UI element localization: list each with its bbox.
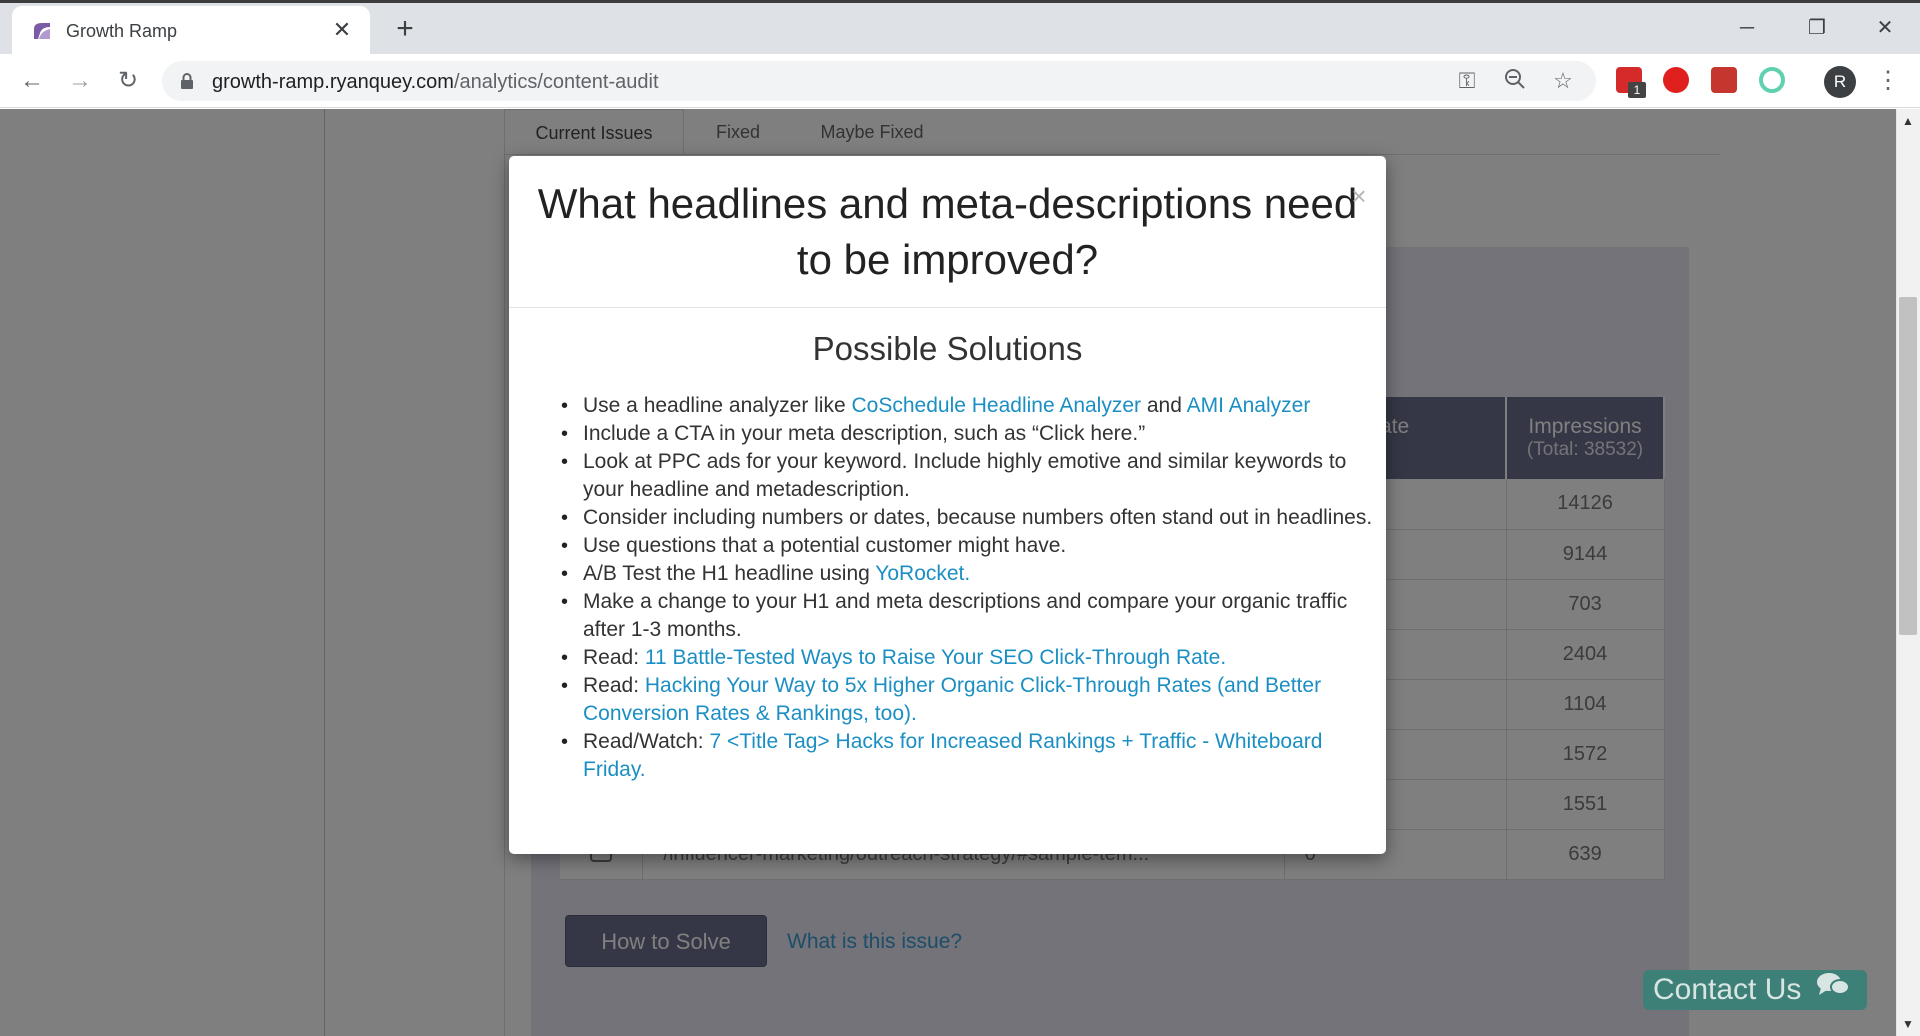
battle-tested-ways-link[interactable]: 11 Battle-Tested Ways to Raise Your SEO … — [645, 646, 1220, 669]
browser-toolbar: ← → ↻ growth-ramp.ryanquey.com/analytics… — [0, 54, 1920, 108]
extension-icon[interactable] — [1759, 67, 1785, 93]
key-icon[interactable]: ⚿ — [1454, 68, 1480, 94]
ami-analyzer-link[interactable]: AMI Analyzer — [1187, 394, 1311, 417]
url-host: growth-ramp.ryanquey.com — [212, 71, 454, 93]
growth-ramp-favicon-icon — [34, 23, 50, 39]
reload-icon[interactable]: ↻ — [112, 65, 144, 97]
list-item: Include a CTA in your meta description, … — [561, 420, 1373, 448]
scroll-up-icon[interactable]: ▲ — [1896, 109, 1920, 133]
window-close-icon[interactable]: ✕ — [1862, 11, 1908, 45]
modal-title: What headlines and meta-descriptions nee… — [537, 180, 1358, 283]
lock-icon — [181, 73, 193, 89]
url-text: growth-ramp.ryanquey.com/analytics/conte… — [212, 71, 659, 94]
url-path: /analytics/content-audit — [453, 71, 659, 93]
restore-icon[interactable]: ❐ — [1794, 11, 1840, 45]
scroll-down-icon[interactable]: ▼ — [1896, 1012, 1920, 1036]
list-item: Read: Hacking Your Way to 5x Higher Orga… — [561, 672, 1373, 728]
close-icon[interactable]: × — [1347, 183, 1371, 209]
zoom-out-icon[interactable] — [1502, 68, 1528, 94]
back-icon[interactable]: ← — [16, 65, 48, 97]
yorocket-link[interactable]: YoRocket — [875, 562, 964, 585]
tab-title: Growth Ramp — [66, 21, 178, 41]
browser-tabstrip: Growth Ramp ✕ + ─ ❐ ✕ — [0, 0, 1920, 57]
ublock-icon[interactable] — [1663, 67, 1689, 93]
contact-us-label: Contact Us — [1653, 973, 1802, 1006]
address-bar[interactable]: growth-ramp.ryanquey.com/analytics/conte… — [162, 61, 1596, 101]
tab-close-icon[interactable]: ✕ — [328, 16, 356, 44]
list-item: Use questions that a potential customer … — [561, 532, 1373, 560]
list-item: Read/Watch: 7 <Title Tag> Hacks for Incr… — [561, 728, 1373, 784]
solutions-modal: What headlines and meta-descriptions nee… — [509, 156, 1386, 854]
new-tab-button[interactable]: + — [390, 14, 420, 45]
browser-tab[interactable]: Growth Ramp ✕ — [12, 6, 370, 57]
forward-icon[interactable]: → — [64, 65, 96, 97]
extension-icon[interactable] — [1711, 67, 1737, 93]
contact-us-button[interactable]: Contact Us — [1643, 970, 1867, 1010]
coschedule-link[interactable]: CoSchedule Headline Analyzer — [852, 394, 1142, 417]
list-item: Make a change to your H1 and meta descri… — [561, 588, 1373, 644]
list-item: Read: 11 Battle-Tested Ways to Raise You… — [561, 644, 1373, 672]
list-item: Use a headline analyzer like CoSchedule … — [561, 392, 1373, 420]
list-item: Look at PPC ads for your keyword. Includ… — [561, 448, 1373, 504]
scroll-thumb[interactable] — [1899, 297, 1917, 635]
modal-header: What headlines and meta-descriptions nee… — [509, 156, 1386, 308]
hacking-ctr-link[interactable]: Hacking Your Way to 5x Higher Organic Cl… — [583, 674, 1321, 725]
browser-menu-icon[interactable]: ⋮ — [1876, 66, 1900, 98]
list-item: A/B Test the H1 headline using YoRocket. — [561, 560, 1373, 588]
extension-badge: 1 — [1628, 82, 1646, 98]
list-item: Consider including numbers or dates, bec… — [561, 504, 1373, 532]
solutions-heading: Possible Solutions — [812, 330, 1083, 367]
solutions-list: Use a headline analyzer like CoSchedule … — [561, 392, 1373, 784]
minimize-icon[interactable]: ─ — [1724, 11, 1770, 45]
profile-avatar[interactable]: R — [1824, 66, 1856, 98]
star-icon[interactable]: ☆ — [1550, 68, 1576, 94]
chat-bubbles-icon — [1816, 970, 1850, 1010]
